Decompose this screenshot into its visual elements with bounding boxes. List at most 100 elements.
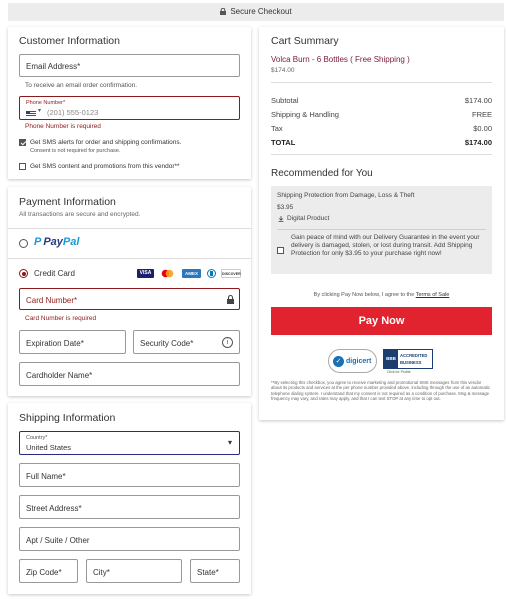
secure-checkout-bar: Secure Checkout [8,3,504,21]
card-number-label: Card Number* [26,296,78,305]
bbb-logo-icon: BBB [384,350,398,368]
security-code-label: Security Code* [140,339,194,348]
full-name-label: Full Name* [26,472,66,481]
zip-code-label: Zip Code* [26,568,62,577]
payment-info-card: Payment Information All transactions are… [8,187,251,396]
protection-description: Gain peace of mind with our Delivery Gua… [291,234,480,257]
credit-card-label: Credit Card [34,269,75,278]
subtotal-row: Subtotal $174.00 [271,96,492,105]
shipping-row: Shipping & Handling FREE [271,110,492,119]
country-code-chevron-icon[interactable]: ▾ [38,107,41,114]
email-field[interactable]: Email Address* [19,54,240,77]
payment-info-subtitle: All transactions are secure and encrypte… [19,211,141,218]
cart-summary-card: Cart Summary Volca Burn - 6 Bottles ( Fr… [259,27,504,420]
total-row: TOTAL $174.00 [271,138,492,147]
divider [8,228,251,229]
cardholder-name-field[interactable]: Cardholder Name* [19,362,240,386]
bbb-line2: BUSINESS [400,360,422,365]
us-flag-icon[interactable] [26,110,36,117]
sms-alerts-note: Consent is not required for purchase. [30,148,121,154]
paypal-radio[interactable] [19,239,28,248]
state-select[interactable]: State* [190,559,240,583]
digicert-badge[interactable]: ✓ digicert [328,349,377,373]
divider [8,258,251,259]
product-price: $174.00 [271,67,295,74]
sms-alerts-checkbox[interactable] [19,139,26,146]
diners-club-icon [205,269,218,278]
phone-placeholder: (201) 555-0123 [47,108,99,117]
info-icon[interactable]: i [222,337,233,348]
protection-title: Shipping Protection from Damage, Loss & … [277,192,415,199]
bbb-profile-note: Click for Profile [387,370,411,374]
shipping-info-card: Shipping Information Country* United Sta… [8,403,251,594]
shipping-label: Shipping & Handling [271,110,339,119]
total-label: TOTAL [271,138,296,147]
tax-label: Tax [271,124,283,133]
street-address-field[interactable]: Street Address* [19,495,240,519]
protection-price: $3.95 [277,204,294,211]
subtotal-value: $174.00 [464,96,492,105]
pay-now-button[interactable]: Pay Now [271,307,492,335]
apt-suite-label: Apt / Suite / Other [26,536,90,545]
state-label: State* [197,568,219,577]
country-value: United States [26,443,72,452]
tax-value: $0.00 [473,124,492,133]
download-icon [278,215,284,224]
shipping-value: FREE [471,110,492,119]
street-address-label: Street Address* [26,504,82,513]
paypal-pay-text: Pay [43,236,63,248]
discover-icon: DISCOVER [221,269,241,278]
mastercard-icon [159,269,176,278]
sms-fine-print: **By selecting this checkbox, you agree … [271,380,491,402]
recommended-heading: Recommended for You [271,168,373,179]
credit-card-radio[interactable] [19,269,28,278]
expiration-date-field[interactable]: Expiration Date* [19,330,126,354]
terms-link[interactable]: Terms of Sale [416,292,450,298]
cardholder-name-label: Cardholder Name* [26,371,93,380]
customer-info-heading: Customer Information [19,35,120,47]
sms-promos-label: Get SMS content and promotions from this… [30,163,180,170]
visa-icon: VISA [137,269,154,278]
paypal-pal-text: Pal [62,236,80,248]
city-field[interactable]: City* [86,559,182,583]
amex-icon: AMEX [182,269,201,278]
paypal-logo[interactable]: P PayPal [34,236,79,248]
payment-info-heading: Payment Information [19,196,116,208]
protection-tag: Digital Product [287,215,330,222]
cart-summary-heading: Cart Summary [271,35,339,47]
paypal-p-icon: P [34,236,42,248]
phone-error: Phone Number is required [25,123,101,130]
bbb-badge[interactable]: BBB ACCREDITED BUSINESS [383,349,433,369]
recommended-item: Shipping Protection from Damage, Loss & … [271,186,492,274]
divider [271,82,492,83]
email-note: To receive an email order confirmation. [25,82,137,89]
phone-field[interactable]: Phone Number* ▾ (201) 555-0123 [19,96,240,120]
apt-suite-field[interactable]: Apt / Suite / Other [19,527,240,551]
full-name-field[interactable]: Full Name* [19,463,240,487]
country-small-label: Country* [26,435,48,441]
shipping-info-heading: Shipping Information [19,412,116,424]
phone-small-label: Phone Number* [26,100,66,106]
tax-row: Tax $0.00 [271,124,492,133]
divider [277,229,486,230]
card-number-error: Card Number is required [25,315,97,322]
total-value: $174.00 [464,138,492,147]
country-select[interactable]: Country* United States ▾ [19,431,240,455]
expiration-date-label: Expiration Date* [26,339,84,348]
bbb-line1: ACCREDITED [400,353,428,358]
lock-icon [220,4,227,22]
secure-checkout-title: Secure Checkout [230,7,292,16]
chevron-down-icon: ▾ [227,438,232,447]
terms-agreement: By clicking Pay Now below, I agree to th… [271,292,492,298]
digicert-check-icon: ✓ [333,356,344,367]
protection-checkbox[interactable] [277,247,284,254]
zip-code-field[interactable]: Zip Code* [19,559,78,583]
card-number-field[interactable]: Card Number* [19,288,240,310]
divider [271,154,492,155]
city-label: City* [93,568,110,577]
sms-promos-checkbox[interactable] [19,163,26,170]
security-code-field[interactable]: Security Code* i [133,330,240,354]
email-label: Email Address* [26,62,81,71]
digicert-text: digicert [346,358,372,365]
customer-info-card: Customer Information Email Address* To r… [8,27,251,179]
